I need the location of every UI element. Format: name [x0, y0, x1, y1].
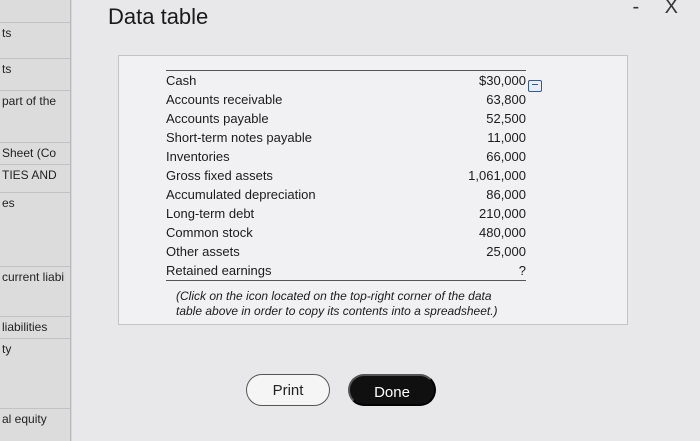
table-row: Accounts payable 52,500	[166, 109, 526, 128]
row-label: Retained earnings	[166, 261, 426, 281]
copy-instructions-note: (Click on the icon located on the top-ri…	[176, 289, 498, 318]
row-value: ?	[425, 261, 526, 281]
row-value: 210,000	[479, 206, 526, 221]
row-label: Accounts payable	[166, 111, 269, 126]
row-value: 66,000	[486, 149, 526, 164]
copy-spreadsheet-icon[interactable]	[528, 80, 542, 92]
window-controls[interactable]: - X	[632, 0, 688, 19]
row-value: 11,000	[487, 130, 526, 145]
data-table-dialog: Data table - X Cash $30,000 Accounts rece…	[72, 0, 700, 441]
table-row: Cash $30,000	[166, 71, 526, 91]
background-item: Sheet (Co	[0, 142, 70, 163]
background-item: ty	[0, 338, 70, 359]
table-row: Accumulated depreciation 86,000	[166, 185, 526, 204]
done-button[interactable]: Done	[348, 374, 436, 406]
dialog-title: Data table	[108, 4, 209, 29]
table-row: Gross fixed assets 1,061,000	[166, 166, 526, 185]
row-label: Long-term debt	[166, 206, 255, 221]
row-label: Gross fixed assets	[166, 168, 273, 183]
background-sidebar: ts ts part of the Sheet (Co TIES AND es …	[0, 0, 71, 441]
table-row: Other assets 25,000	[166, 242, 526, 261]
background-item: es	[0, 192, 70, 213]
row-label: Accounts receivable	[166, 92, 283, 107]
background-item: part of the	[0, 90, 70, 111]
background-item: ts	[0, 22, 70, 43]
table-row: Long-term debt 210,000	[166, 204, 526, 223]
row-label: Cash	[166, 73, 197, 88]
row-label: Short-term notes payable	[166, 130, 312, 145]
background-item: current liabi	[0, 266, 70, 287]
row-value: 25,000	[486, 244, 526, 259]
row-value: 86,000	[486, 187, 526, 202]
print-button[interactable]: Print	[246, 374, 330, 406]
table-row: Inventories 66,000	[166, 147, 526, 166]
row-label: Accumulated depreciation	[166, 187, 316, 202]
background-item: TIES AND	[0, 164, 70, 185]
table-row: Short-term notes payable 11,000	[166, 128, 526, 147]
background-item: al equity	[0, 408, 70, 429]
table-row: Retained earnings?	[166, 261, 526, 281]
row-label: Common stock	[166, 225, 253, 240]
row-label: Inventories	[166, 149, 230, 164]
row-value: $30,000	[479, 73, 526, 88]
row-value: 1,061,000	[468, 168, 526, 183]
background-item: ts	[0, 58, 70, 79]
table-row: Accounts receivable 63,800	[166, 90, 526, 109]
row-value: 480,000	[479, 225, 526, 240]
row-value: 52,500	[486, 111, 526, 126]
data-table: Cash $30,000 Accounts receivable 63,800 Ac…	[166, 70, 526, 281]
row-label: Other assets	[166, 244, 240, 259]
row-value: 63,800	[486, 92, 526, 107]
table-row: Common stock 480,000	[166, 223, 526, 242]
background-item: liabilities	[0, 316, 70, 337]
